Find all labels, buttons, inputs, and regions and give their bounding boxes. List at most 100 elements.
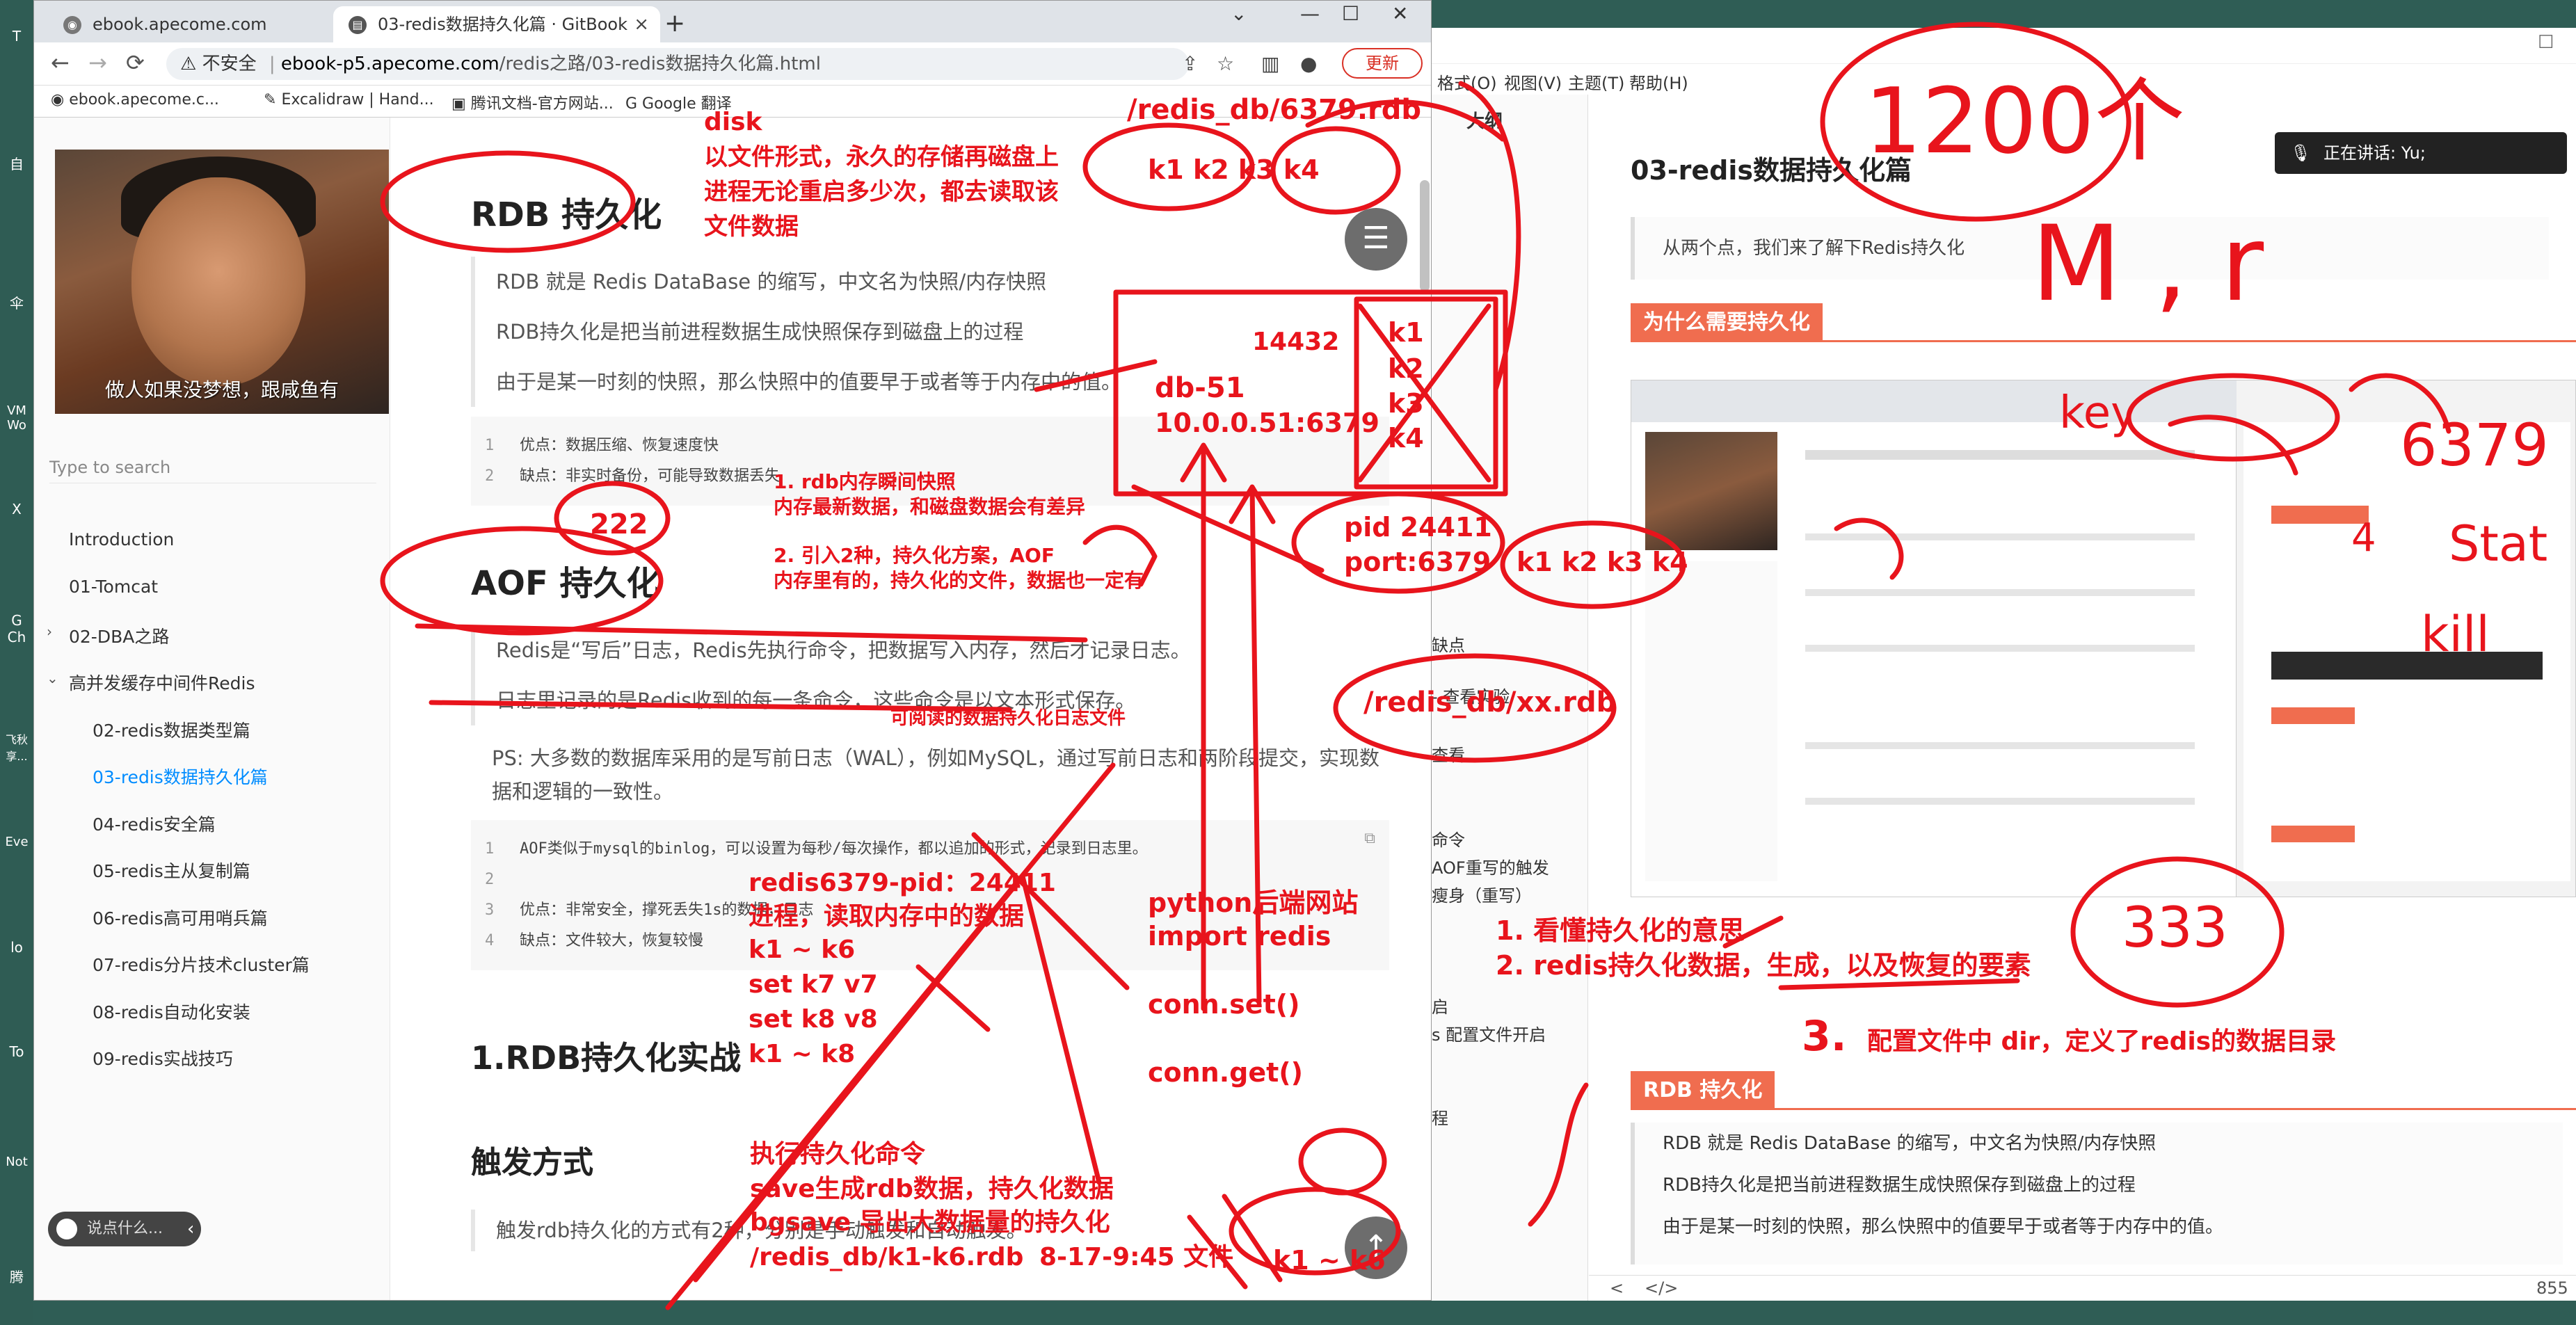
minimize-icon[interactable]: — — [1300, 2, 1320, 25]
annotation-exec: save生成rdb数据，持久化数据 — [750, 1175, 1114, 1203]
desktop-icon[interactable]: Not — [3, 1155, 31, 1169]
desktop-icon[interactable]: lo — [3, 939, 31, 956]
side-panel-icon[interactable]: ▥ — [1261, 52, 1279, 75]
annotation-process: k1 ~ k6 — [749, 935, 856, 964]
sidebar-item-redis-cluster[interactable]: 07-redis分片技术cluster篇 — [34, 951, 389, 977]
desktop-icon[interactable]: 飞秋 享... — [3, 730, 31, 764]
outline-item[interactable]: 程 — [1432, 1105, 1448, 1129]
annotation-disk: disk — [704, 108, 762, 136]
annotation-readable-note: 可阅读的数据持久化日志文件 — [890, 708, 1126, 729]
maximize-icon[interactable]: ☐ — [1342, 2, 1359, 25]
warning-icon: ⚠ — [180, 54, 197, 74]
annotation-pid-2: pid 24411 — [1344, 512, 1492, 543]
forward-icon[interactable]: → — [88, 49, 107, 76]
section-rdb-heading: RDB 持久化 — [1631, 1071, 1775, 1110]
menu-format[interactable]: 格式(O) — [1437, 70, 1497, 94]
search-input[interactable]: Type to search — [49, 451, 376, 483]
annotation-4: 4 — [2351, 515, 2376, 561]
outline-item[interactable]: 瘦身（重写） — [1432, 882, 1532, 906]
desktop-icon[interactable]: To — [3, 1043, 31, 1060]
speaking-indicator: 🎙 正在讲话: Yu; — [2275, 132, 2567, 174]
annotation-python: import redis — [1148, 921, 1331, 951]
new-tab-button[interactable]: + — [664, 6, 685, 41]
insecure-label: 不安全 — [202, 54, 257, 74]
sidebar-item-redis-security[interactable]: 04-redis安全篇 — [34, 811, 389, 836]
sidebar-item-redis-types[interactable]: 02-redis数据类型篇 — [34, 717, 389, 742]
outline-item[interactable]: 启 — [1432, 993, 1448, 1018]
sidebar-item-introduction[interactable]: Introduction — [34, 529, 389, 549]
tab-bar: ◉ ebook.apecome.com × ▤ 03-redis数据持久化篇 ·… — [34, 1, 1431, 42]
profile-icon[interactable]: ● — [1300, 52, 1317, 75]
menu-view[interactable]: 视图(V) — [1504, 70, 1562, 94]
desktop-icon[interactable]: 伞 — [3, 292, 31, 312]
annotation-rdb-note: 内存最新数据，和磁盘数据会有差异 — [774, 495, 1086, 518]
sidebar-item-redis-persistence[interactable]: 03-redis数据持久化篇 — [34, 764, 389, 789]
sidebar-item-redis-tips[interactable]: 09-redis实战技巧 — [34, 1045, 389, 1070]
bookmark-item[interactable]: ✎ Excalidraw | Hand... — [264, 91, 434, 109]
desktop-icon[interactable]: T — [3, 28, 31, 45]
desktop-icon[interactable]: Eve — [3, 835, 31, 849]
update-button[interactable]: 更新 — [1342, 48, 1423, 79]
chevron-down-icon[interactable]: ⌄ — [1231, 2, 1247, 25]
annotation-key: key — [2059, 387, 2138, 439]
scrollbar[interactable] — [1420, 180, 1430, 291]
share-icon[interactable]: ⇪ — [1182, 52, 1198, 75]
outline-item[interactable]: AOF重写的触发 — [1432, 854, 1549, 878]
annotation-stat: Stat — [2449, 515, 2548, 572]
tab-gitbook[interactable]: ▤ 03-redis数据持久化篇 · GitBook × — [333, 6, 660, 42]
nav-back-icon[interactable]: < — [1610, 1278, 1624, 1298]
back-icon[interactable]: ← — [51, 49, 70, 76]
annotation-keys-mid: k1 k2 k3 k4 — [1517, 547, 1688, 577]
sidebar-item-dba[interactable]: › 02-DBA之路 — [34, 623, 389, 648]
chat-input[interactable]: 说点什么... ‹ — [48, 1212, 201, 1246]
window-restore-icon[interactable]: ☐ — [2538, 32, 2554, 53]
copy-icon[interactable]: ⧉ — [1364, 830, 1375, 847]
source-code-toggle[interactable]: </> — [1645, 1278, 1678, 1298]
outline-item[interactable]: 查看 — [1432, 741, 1465, 766]
annotation-process: redis6379-pid：24411 — [749, 869, 1056, 897]
outline-item[interactable]: 缺点 — [1432, 632, 1465, 656]
tab-ebook[interactable]: ◉ ebook.apecome.com × — [48, 6, 361, 42]
close-window-icon[interactable]: ✕ — [1392, 2, 1408, 25]
menu-theme[interactable]: 主题(T) — [1568, 70, 1624, 94]
bookmark-item[interactable]: ◉ ebook.apecome.c... — [51, 91, 219, 109]
outline-item[interactable]: s 配置文件开启 — [1432, 1021, 1546, 1045]
annotation-mr: M , r — [2031, 204, 2264, 325]
rdb-heading: RDB 持久化 — [471, 195, 662, 234]
aof-heading: AOF 持久化 — [471, 564, 660, 603]
microphone-icon: 🎙 — [2290, 143, 2312, 163]
annotation-db: db-51 — [1155, 372, 1245, 404]
desktop-icon[interactable]: 自 — [3, 153, 31, 173]
bookmark-item[interactable]: ▣ 腾讯文档-官方网站... — [451, 91, 614, 113]
word-count: 855 — [2536, 1278, 2568, 1298]
desktop-strip: T 自 伞 VM Wo X G Ch 飞秋 享... Eve lo To Not… — [0, 0, 33, 1325]
reload-icon[interactable]: ⟳ — [126, 49, 145, 76]
close-tab-icon[interactable]: × — [634, 6, 649, 42]
sidebar-item-redis-install[interactable]: 08-redis自动化安装 — [34, 999, 389, 1024]
collapse-icon[interactable]: ‹ — [187, 1212, 194, 1246]
bookmark-star-icon[interactable]: ☆ — [1217, 52, 1234, 75]
practice-heading: 1.RDB持久化实战 — [471, 1039, 742, 1077]
annotation-exec-date: 8-17-9:45 文件 — [1039, 1243, 1234, 1271]
url-field[interactable]: ⚠ 不安全 | ebook-p5.apecome.com/redis之路/03-… — [166, 48, 1189, 80]
desktop-icon[interactable]: VM Wo — [3, 403, 31, 433]
sidebar-item-redis-replication[interactable]: 05-redis主从复制篇 — [34, 858, 389, 883]
trigger-heading: 触发方式 — [471, 1145, 593, 1180]
annotation-box-key: k2 — [1388, 353, 1424, 384]
sidebar-item-tomcat[interactable]: 01-Tomcat — [34, 577, 389, 597]
annotation-kill: kill — [2421, 606, 2490, 663]
annotation-process: set k8 v8 — [749, 1005, 878, 1034]
sidebar-item-redis[interactable]: ⌄ 高并发缓存中间件Redis — [34, 670, 389, 695]
desktop-icon[interactable]: 腾 — [3, 1266, 31, 1286]
annotation-disk-desc: 以文件形式，永久的存储再磁盘上 — [704, 143, 1059, 171]
sidebar-item-redis-sentinel[interactable]: 06-redis高可用哨兵篇 — [34, 905, 389, 930]
annotation-goal: 2. redis持久化数据，生成，以及恢复的要素 — [1496, 950, 2031, 981]
rdb-quote: RDB 就是 Redis DataBase 的缩写，中文名为快照/内存快照 RD… — [471, 257, 1389, 407]
url-path: /redis之路/03-redis数据持久化篇.html — [499, 54, 821, 74]
annotation-1200: 1200个 — [1864, 68, 2185, 174]
editor-window: ☐ 格式(O) 视图(V) 主题(T) 帮助(H) 大纲 缺点 - 查看实验 查… — [1432, 28, 2576, 1301]
outline-item[interactable]: 命令 — [1432, 826, 1465, 851]
menu-help[interactable]: 帮助(H) — [1629, 70, 1688, 94]
desktop-icon[interactable]: X — [3, 501, 31, 517]
desktop-icon[interactable]: G Ch — [3, 612, 31, 645]
